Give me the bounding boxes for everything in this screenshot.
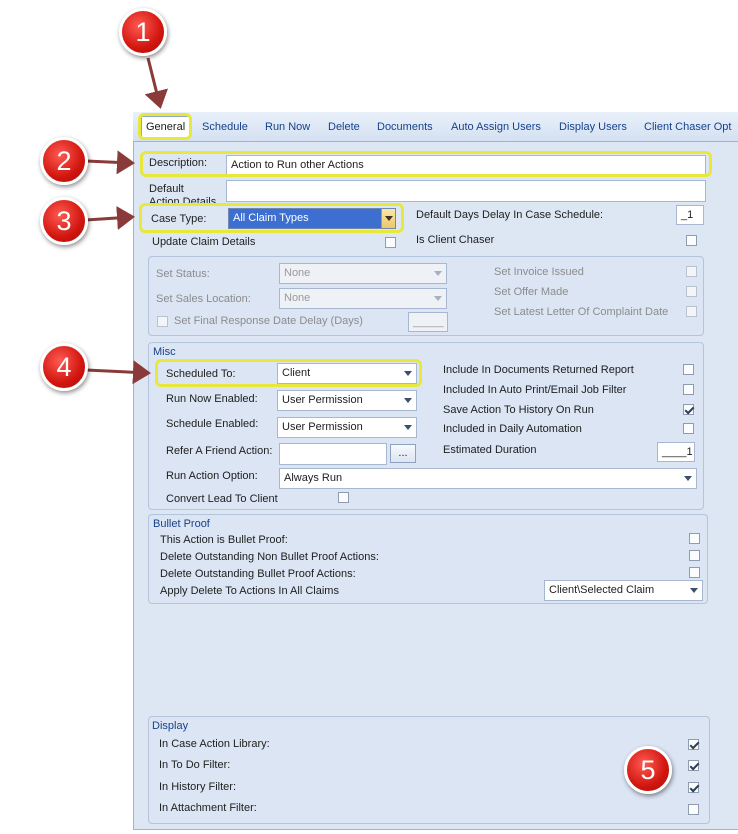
arrow-4: [85, 360, 151, 385]
step-badge-1: 1: [119, 8, 167, 56]
step-badge-4: 4: [40, 343, 88, 391]
annotation-arrows: [85, 57, 169, 385]
step-badge-3: 3: [40, 197, 88, 245]
arrow-2: [85, 150, 135, 175]
step-badge-2: 2: [40, 137, 88, 185]
arrow-1: [144, 57, 169, 109]
arrow-3: [85, 206, 135, 230]
step-badge-5: 5: [624, 746, 672, 794]
